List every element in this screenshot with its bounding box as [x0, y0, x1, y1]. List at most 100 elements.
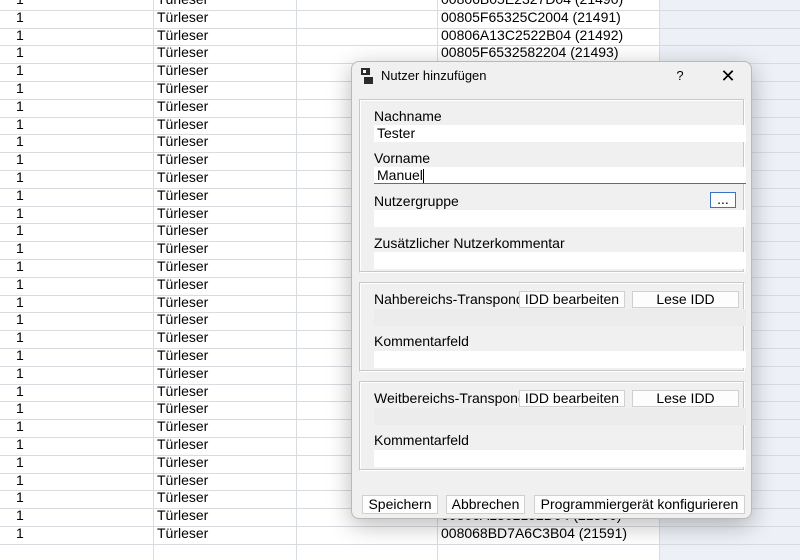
table-cell[interactable]: Türleser: [157, 187, 208, 204]
vorname-input[interactable]: Manuel: [374, 167, 746, 184]
near-comment-label: Kommentarfeld: [374, 333, 469, 349]
user-comment-input[interactable]: [374, 252, 746, 269]
table-cell[interactable]: Türleser: [157, 80, 208, 97]
table-cell[interactable]: 1: [16, 44, 24, 61]
table-cell[interactable]: 00806A13C2522B04 (21492): [441, 27, 623, 44]
table-cell[interactable]: Türleser: [157, 329, 208, 346]
table-cell[interactable]: Türleser: [157, 400, 208, 417]
table-cell[interactable]: Türleser: [157, 525, 208, 542]
table-cell[interactable]: 1: [16, 400, 24, 417]
table-cell[interactable]: Türleser: [157, 62, 208, 79]
table-cell[interactable]: 1: [16, 151, 24, 168]
vorname-label: Vorname: [374, 150, 431, 166]
table-cell[interactable]: 1: [16, 311, 24, 328]
table-cell[interactable]: 1: [16, 294, 24, 311]
table-cell[interactable]: Türleser: [157, 507, 208, 524]
table-cell[interactable]: Türleser: [157, 0, 208, 8]
table-cell[interactable]: Türleser: [157, 454, 208, 471]
help-button[interactable]: ?: [670, 66, 690, 86]
table-cell[interactable]: 1: [16, 27, 24, 44]
table-cell[interactable]: 1: [16, 0, 24, 8]
table-cell[interactable]: 1: [16, 436, 24, 453]
table-cell[interactable]: Türleser: [157, 258, 208, 275]
table-cell[interactable]: Türleser: [157, 418, 208, 435]
table-cell[interactable]: 1: [16, 507, 24, 524]
user-data-group: Nachname Tester Vorname Manuel Nutzergru…: [359, 99, 746, 273]
far-comment-input[interactable]: [374, 450, 746, 467]
far-read-idd-button[interactable]: Lese IDD: [632, 390, 739, 407]
nutzergruppe-input[interactable]: [374, 210, 746, 227]
table-cell[interactable]: 008068BD7A6C3B04 (21591): [441, 525, 627, 542]
table-cell[interactable]: 1: [16, 365, 24, 382]
table-cell[interactable]: 1: [16, 347, 24, 364]
far-transponder-input[interactable]: [374, 408, 746, 425]
table-cell[interactable]: 00806B05E2327D04 (21490): [441, 0, 623, 8]
nachname-label: Nachname: [374, 108, 442, 124]
far-edit-idd-button[interactable]: IDD bearbeiten: [519, 390, 625, 407]
table-cell[interactable]: Türleser: [157, 276, 208, 293]
table-row[interactable]: 1 Türleser 008068BD7A6C3B04 (21591): [0, 525, 800, 545]
table-cell[interactable]: 1: [16, 187, 24, 204]
table-cell[interactable]: Türleser: [157, 98, 208, 115]
table-cell[interactable]: Türleser: [157, 9, 208, 26]
table-row[interactable]: 1 Türleser 00806A13C2522B04 (21492): [0, 27, 800, 47]
table-cell[interactable]: 1: [16, 205, 24, 222]
table-cell[interactable]: 1: [16, 222, 24, 239]
table-cell[interactable]: Türleser: [157, 222, 208, 239]
near-transponder-input[interactable]: [374, 309, 746, 326]
user-comment-label: Zusätzlicher Nutzerkommentar: [374, 235, 565, 251]
nachname-input[interactable]: Tester: [374, 125, 746, 142]
table-cell[interactable]: Türleser: [157, 311, 208, 328]
table-cell[interactable]: Türleser: [157, 436, 208, 453]
dialog-titlebar[interactable]: Nutzer hinzufügen ? ✕: [352, 62, 751, 90]
table-cell[interactable]: Türleser: [157, 205, 208, 222]
table-cell[interactable]: 1: [16, 472, 24, 489]
table-cell[interactable]: 1: [16, 489, 24, 506]
table-cell[interactable]: Türleser: [157, 365, 208, 382]
table-cell[interactable]: Türleser: [157, 116, 208, 133]
near-transponder-label: Nahbereichs-Transponde: [374, 291, 532, 307]
table-row[interactable]: 1 Türleser 00806B05E2327D04 (21490): [0, 0, 800, 11]
table-cell[interactable]: Türleser: [157, 294, 208, 311]
table-cell[interactable]: Türleser: [157, 151, 208, 168]
far-comment-label: Kommentarfeld: [374, 432, 469, 448]
close-button[interactable]: ✕: [716, 65, 740, 87]
table-cell[interactable]: 1: [16, 9, 24, 26]
table-cell[interactable]: Türleser: [157, 472, 208, 489]
cancel-button[interactable]: Abbrechen: [446, 495, 525, 514]
near-comment-input[interactable]: [374, 351, 746, 368]
dialog-title: Nutzer hinzufügen: [381, 68, 487, 83]
table-cell[interactable]: 1: [16, 454, 24, 471]
table-cell[interactable]: 00805F6532582204 (21493): [441, 44, 619, 61]
table-cell[interactable]: 1: [16, 240, 24, 257]
table-cell[interactable]: 1: [16, 80, 24, 97]
table-cell[interactable]: Türleser: [157, 44, 208, 61]
table-cell[interactable]: 1: [16, 62, 24, 79]
table-cell[interactable]: 1: [16, 418, 24, 435]
table-cell[interactable]: Türleser: [157, 383, 208, 400]
table-cell[interactable]: Türleser: [157, 240, 208, 257]
table-cell[interactable]: Türleser: [157, 169, 208, 186]
table-cell[interactable]: 1: [16, 383, 24, 400]
table-cell[interactable]: 1: [16, 116, 24, 133]
table-cell[interactable]: 1: [16, 98, 24, 115]
nutzergruppe-browse-button[interactable]: ...: [710, 192, 736, 208]
near-read-idd-button[interactable]: Lese IDD: [632, 291, 739, 308]
table-cell[interactable]: 1: [16, 525, 24, 542]
table-row[interactable]: 1 Türleser 00805F65325C2004 (21491): [0, 9, 800, 29]
table-cell[interactable]: 1: [16, 276, 24, 293]
near-edit-idd-button[interactable]: IDD bearbeiten: [519, 291, 625, 308]
table-cell[interactable]: Türleser: [157, 489, 208, 506]
table-cell[interactable]: 1: [16, 133, 24, 150]
far-transponder-label: Weitbereichs-Transpond: [374, 390, 526, 406]
table-cell[interactable]: Türleser: [157, 347, 208, 364]
table-cell[interactable]: 1: [16, 169, 24, 186]
far-transponder-group: Weitbereichs-Transpond IDD bearbeiten Le…: [359, 381, 746, 471]
table-cell[interactable]: Türleser: [157, 133, 208, 150]
table-cell[interactable]: 1: [16, 329, 24, 346]
table-cell[interactable]: Türleser: [157, 27, 208, 44]
table-cell[interactable]: 00805F65325C2004 (21491): [441, 9, 621, 26]
table-cell[interactable]: 1: [16, 258, 24, 275]
save-button[interactable]: Speichern: [362, 495, 438, 514]
configure-programmer-button[interactable]: Programmiergerät konfigurieren: [534, 495, 745, 514]
